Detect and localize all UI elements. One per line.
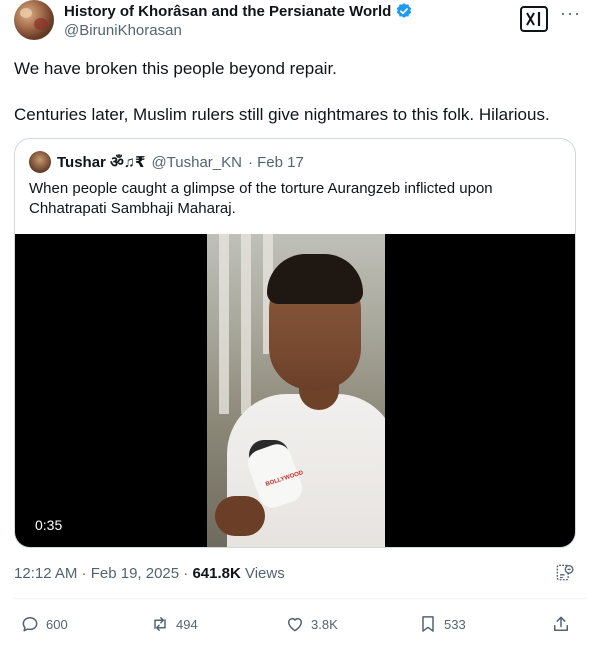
share-button[interactable] [551, 614, 571, 634]
tweet-line-2: Centuries later, Muslim rulers still giv… [14, 105, 550, 124]
more-icon[interactable]: ··· [560, 4, 581, 22]
bookmark-count: 533 [444, 616, 466, 632]
video-duration: 0:35 [35, 517, 63, 533]
repost-icon [154, 617, 166, 631]
bookmark-icon [422, 616, 434, 632]
like-icon [288, 618, 302, 632]
tweet-header: History of Khorâsan and the Persianate W… [14, 0, 586, 44]
reply-icon [22, 617, 38, 632]
divider [14, 598, 586, 599]
quoted-tweet-date: · Feb 17 [247, 153, 304, 171]
tweet-text: We have broken this people beyond repair… [14, 58, 584, 126]
quoted-tweet[interactable]: Tushar ॐ♫₹ @Tushar_KN · Feb 17 When peop… [14, 138, 576, 548]
tweet-actions: 600 494 3.8K 533 [0, 610, 600, 640]
grok-button[interactable] [520, 6, 548, 32]
repost-count: 494 [176, 616, 198, 632]
tweet-meta: 12:12 AM · Feb 19, 2025 · 641.8K Views [14, 565, 285, 582]
like-count: 3.8K [311, 616, 338, 632]
tweet-line-1: We have broken this people beyond repair… [14, 59, 337, 78]
author-name[interactable]: History of Khorâsan and the Persianate W… [64, 3, 391, 20]
grok-icon [526, 12, 541, 26]
views-count: 641.8K [192, 565, 241, 582]
repost-button[interactable]: 494 [150, 614, 198, 634]
like-button[interactable]: 3.8K [285, 614, 338, 634]
quoted-author-avatar[interactable] [29, 151, 51, 173]
quoted-author-name[interactable]: Tushar ॐ♫₹ [57, 152, 145, 172]
video-frame: BOLLYWOOD [207, 234, 385, 547]
quoted-tweet-header: Tushar ॐ♫₹ @Tushar_KN · Feb 17 [29, 151, 304, 173]
bookmark-button[interactable]: 533 [418, 614, 466, 634]
author-avatar[interactable] [14, 0, 54, 40]
reply-count: 600 [46, 616, 68, 632]
share-icon [554, 616, 568, 631]
views-label: Views [240, 565, 285, 582]
reply-button[interactable]: 600 [20, 614, 68, 634]
author-handle[interactable]: @BiruniKhorasan [64, 22, 182, 39]
tweet-timestamp[interactable]: 12:12 AM · Feb 19, 2025 · [14, 565, 192, 582]
quoted-tweet-text: When people caught a glimpse of the tort… [29, 180, 493, 217]
quoted-author-handle[interactable]: @Tushar_KN [151, 154, 242, 171]
video-player[interactable]: BOLLYWOOD 0:35 [15, 234, 575, 547]
author-name-row: History of Khorâsan and the Persianate W… [64, 2, 413, 20]
verified-badge-icon [397, 3, 412, 18]
analytics-icon[interactable] [556, 564, 574, 582]
